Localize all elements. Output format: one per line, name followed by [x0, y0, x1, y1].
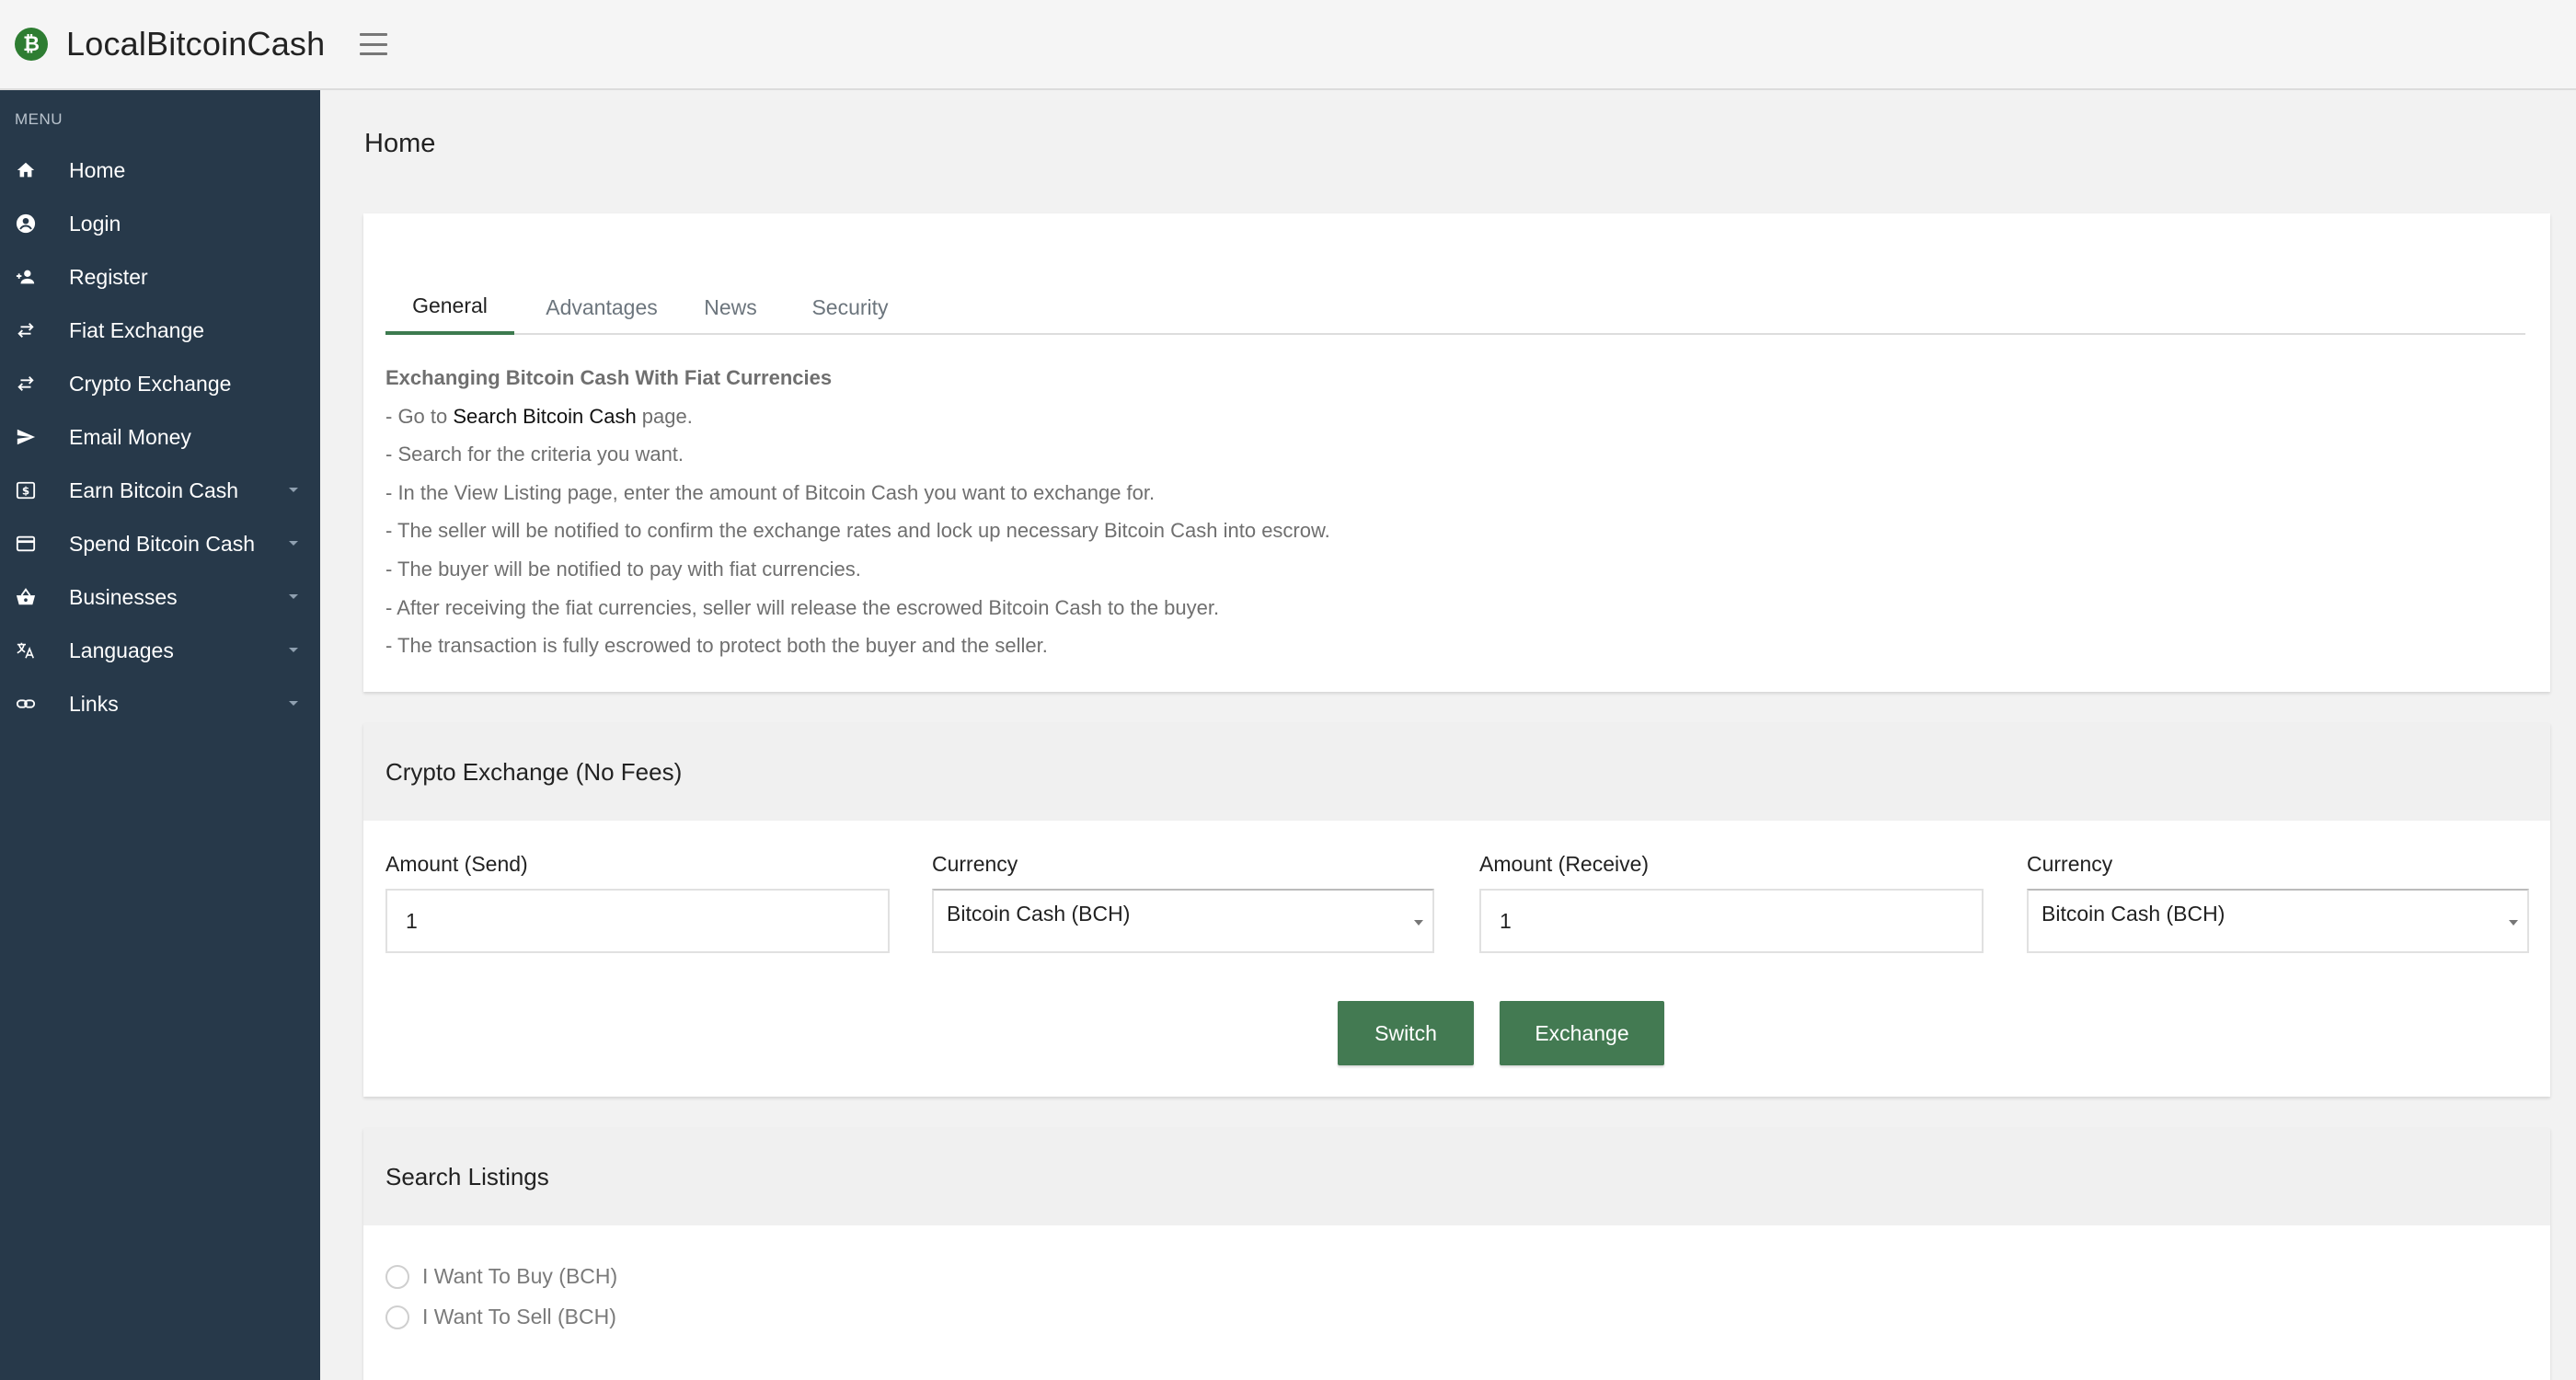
content-line: - The transaction is fully escrowed to p… — [385, 634, 1048, 658]
sidebar-menu-header: MENU — [15, 110, 63, 128]
content-line: - After receiving the fiat currencies, s… — [385, 595, 1220, 619]
sell-radio[interactable] — [385, 1305, 409, 1329]
brand-name[interactable]: LocalBitcoinCash — [66, 25, 325, 63]
sidebar-item-label: Login — [69, 211, 121, 236]
content-line: - The buyer will be notified to pay with… — [385, 557, 861, 581]
search-bitcoin-cash-link[interactable]: Search Bitcoin Cash — [453, 405, 636, 428]
page-title: Home — [364, 129, 436, 158]
search-listings-title: Search Listings — [363, 1128, 2550, 1225]
swap-icon — [13, 374, 39, 394]
main-content: Home General Advantages News Security Ex… — [320, 90, 2576, 1380]
currency-send-label: Currency — [932, 852, 1018, 876]
sidebar-item-label: Fiat Exchange — [69, 317, 205, 342]
currency-send-select[interactable]: Bitcoin Cash (BCH) — [932, 889, 1434, 953]
amount-send-input[interactable]: 1 — [385, 889, 890, 953]
currency-receive-select[interactable]: Bitcoin Cash (BCH) — [2027, 889, 2529, 953]
link-icon — [13, 694, 39, 714]
sidebar: MENU Home Login Register Fiat Exchange C… — [0, 90, 320, 1380]
sidebar-item-home[interactable]: Home — [0, 144, 320, 197]
chevron-down-icon — [2509, 920, 2518, 926]
content-text: - Go to — [385, 404, 454, 428]
tab-bar: General Advantages News Security — [385, 280, 2525, 335]
sidebar-item-register[interactable]: Register — [0, 250, 320, 304]
chevron-down-icon — [289, 488, 298, 492]
chevron-down-icon — [1414, 920, 1423, 926]
sidebar-item-label: Register — [69, 264, 148, 289]
crypto-exchange-title: Crypto Exchange (No Fees) — [363, 723, 2550, 821]
basket-icon — [13, 587, 39, 607]
sidebar-item-label: Spend Bitcoin Cash — [69, 531, 256, 556]
content-heading: Exchanging Bitcoin Cash With Fiat Curren… — [385, 366, 833, 389]
amount-receive-label: Amount (Receive) — [1479, 852, 1650, 876]
person-add-icon — [13, 267, 39, 287]
info-card: General Advantages News Security Exchang… — [363, 213, 2550, 692]
buy-option[interactable]: I Want To Buy (BCH) — [385, 1264, 617, 1289]
currency-receive-label: Currency — [2027, 852, 2113, 876]
translate-icon — [13, 640, 39, 661]
svg-text:$: $ — [22, 485, 29, 498]
sidebar-item-login[interactable]: Login — [0, 197, 320, 250]
send-icon — [13, 427, 39, 447]
chevron-down-icon — [289, 541, 298, 546]
sidebar-item-fiat-exchange[interactable]: Fiat Exchange — [0, 304, 320, 357]
sidebar-item-label: Earn Bitcoin Cash — [69, 477, 239, 502]
content-line: - Search for the criteria you want. — [385, 443, 684, 466]
sidebar-item-languages[interactable]: Languages — [0, 624, 320, 677]
sidebar-item-label: Email Money — [69, 424, 191, 449]
sell-option[interactable]: I Want To Sell (BCH) — [385, 1305, 616, 1329]
exchange-button[interactable]: Exchange — [1500, 1001, 1664, 1065]
buy-radio[interactable] — [385, 1264, 409, 1289]
amount-receive-input[interactable]: 1 — [1479, 889, 1984, 953]
chevron-down-icon — [289, 594, 298, 599]
crypto-exchange-card: Crypto Exchange (No Fees) Amount (Send) … — [363, 723, 2550, 1097]
sidebar-item-spend-bitcoin-cash[interactable]: Spend Bitcoin Cash — [0, 517, 320, 570]
sell-option-label: I Want To Sell (BCH) — [422, 1305, 616, 1328]
sidebar-item-label: Businesses — [69, 584, 178, 609]
user-circle-icon — [13, 213, 39, 234]
swap-icon — [13, 320, 39, 340]
switch-button[interactable]: Switch — [1338, 1001, 1474, 1065]
top-bar: ₿ LocalBitcoinCash — [0, 0, 2576, 90]
bitcoin-cash-logo-icon: ₿ — [15, 28, 48, 61]
content-line: - Go to Search Bitcoin Cash page. — [385, 397, 1330, 436]
sidebar-item-crypto-exchange[interactable]: Crypto Exchange — [0, 357, 320, 410]
brand[interactable]: ₿ LocalBitcoinCash — [0, 25, 325, 63]
sidebar-item-label: Languages — [69, 638, 174, 662]
chevron-down-icon — [289, 701, 298, 706]
dollar-box-icon: $ — [13, 480, 39, 500]
home-icon — [13, 160, 39, 180]
sidebar-item-businesses[interactable]: Businesses — [0, 570, 320, 624]
content-line: - The seller will be notified to confirm… — [385, 519, 1330, 543]
tab-news[interactable]: News — [689, 280, 772, 335]
content-line: - In the View Listing page, enter the am… — [385, 480, 1156, 504]
buy-option-label: I Want To Buy (BCH) — [422, 1264, 618, 1288]
tab-general[interactable]: General — [385, 280, 514, 335]
sidebar-item-earn-bitcoin-cash[interactable]: $ Earn Bitcoin Cash — [0, 464, 320, 517]
sidebar-item-label: Links — [69, 691, 119, 716]
sidebar-item-email-money[interactable]: Email Money — [0, 410, 320, 464]
credit-card-icon — [13, 534, 39, 554]
hamburger-icon[interactable] — [360, 33, 388, 55]
general-tab-content: Exchanging Bitcoin Cash With Fiat Curren… — [385, 359, 1330, 665]
sidebar-item-label: Crypto Exchange — [69, 371, 232, 396]
tab-security[interactable]: Security — [772, 280, 928, 335]
content-text: page. — [636, 404, 693, 428]
chevron-down-icon — [289, 648, 298, 652]
currency-receive-value: Bitcoin Cash (BCH) — [2041, 902, 2225, 926]
amount-send-label: Amount (Send) — [385, 852, 528, 876]
sidebar-item-links[interactable]: Links — [0, 677, 320, 730]
tab-advantages[interactable]: Advantages — [514, 280, 689, 335]
sidebar-item-label: Home — [69, 157, 126, 182]
currency-send-value: Bitcoin Cash (BCH) — [947, 902, 1131, 926]
search-listings-card: Search Listings I Want To Buy (BCH) I Wa… — [363, 1128, 2550, 1380]
